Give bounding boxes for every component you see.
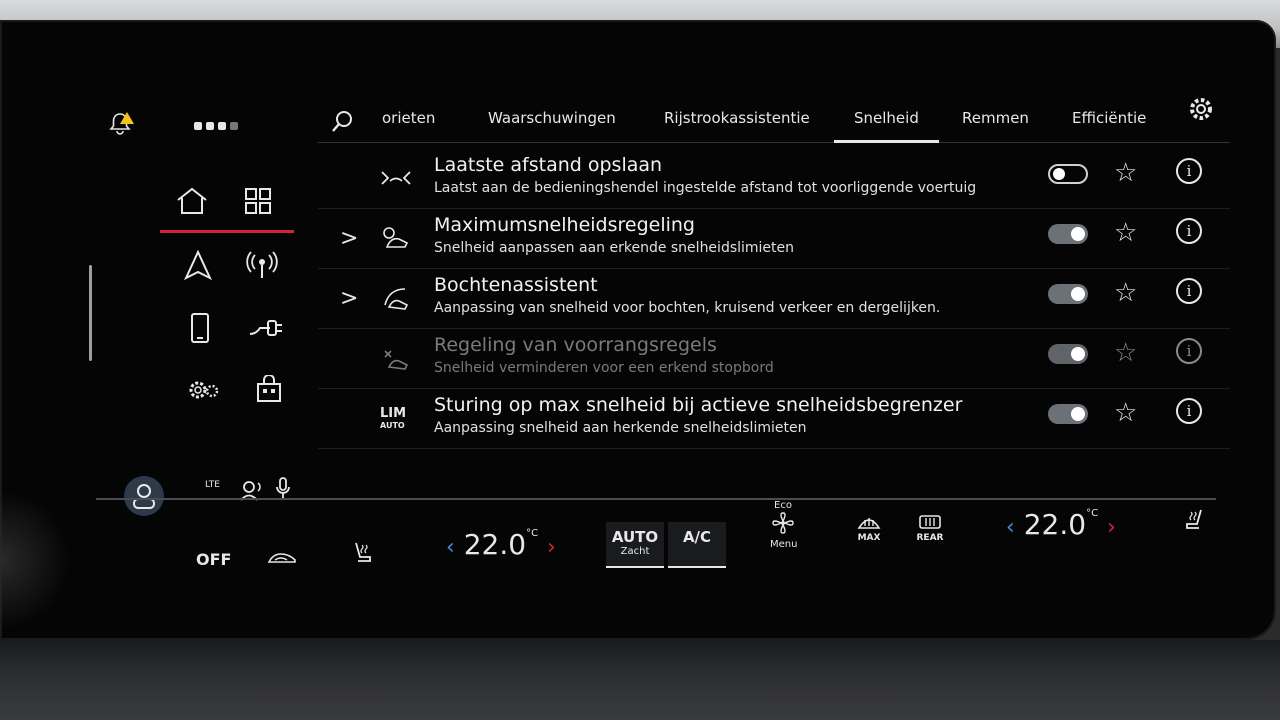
info-icon[interactable]: i <box>1176 158 1202 184</box>
charging-plug-icon[interactable] <box>246 312 286 342</box>
temperature-unit: °C <box>526 528 539 539</box>
defrost-front-icon <box>857 518 881 533</box>
auto-label: AUTO <box>611 528 659 546</box>
store-bag-icon[interactable] <box>252 372 286 406</box>
apps-grid-icon[interactable] <box>240 184 276 218</box>
setting-row-curve-assist[interactable]: > Bochtenassistent Aanpassing van snelhe… <box>318 268 1230 329</box>
radio-icon[interactable] <box>244 248 280 282</box>
bezel-bottom <box>0 640 1280 720</box>
tab-rijstrookassistentie[interactable]: Rijstrookassistentie <box>664 92 810 140</box>
ac-label: A/C <box>682 528 712 546</box>
temp-up-left[interactable]: › <box>547 535 556 560</box>
max-defrost-button[interactable]: MAX <box>856 514 882 543</box>
menu-label: Menu <box>770 539 798 550</box>
favorite-star-icon[interactable]: ☆ <box>1114 398 1137 428</box>
lim-sub-label: AUTO <box>380 421 405 430</box>
rear-label: REAR <box>916 533 944 543</box>
tab-bar: orieten Waarschuwingen Rijstrookassisten… <box>318 92 1230 143</box>
home-icon[interactable] <box>172 184 212 218</box>
setting-row-last-distance[interactable]: Laatste afstand opslaan Laatst aan de be… <box>318 148 1230 209</box>
setting-toggle[interactable] <box>1048 224 1088 244</box>
lim-label: LIM <box>380 406 407 421</box>
speed-limit-car-icon <box>380 222 412 254</box>
chevron-right-icon[interactable]: > <box>340 226 358 251</box>
info-icon[interactable]: i <box>1176 338 1202 364</box>
setting-toggle[interactable] <box>1048 284 1088 304</box>
setting-description: Aanpassing snelheid aan herkende snelhei… <box>434 420 807 436</box>
fan-menu-button[interactable]: Eco Menu <box>770 500 798 550</box>
page-dot <box>230 122 238 130</box>
temp-down-right[interactable]: ‹ <box>1006 515 1015 540</box>
ac-button[interactable]: A/C <box>668 522 726 568</box>
fan-icon <box>771 512 795 539</box>
lim-auto-icon: LIM AUTO <box>380 406 412 440</box>
temperature-right-value: 22.0 <box>1023 508 1087 541</box>
tab-efficientie[interactable]: Efficiëntie <box>1072 92 1146 140</box>
setting-toggle[interactable] <box>1048 404 1088 424</box>
page-dot <box>194 122 202 130</box>
setting-row-right-of-way[interactable]: Regeling van voorrangsregels Snelheid ve… <box>318 328 1230 389</box>
info-icon[interactable]: i <box>1176 278 1202 304</box>
setting-toggle[interactable] <box>1048 164 1088 184</box>
temperature-left[interactable]: ‹ 22.0°C › <box>446 528 556 561</box>
page-dot <box>218 122 226 130</box>
favorite-star-icon[interactable]: ☆ <box>1114 278 1137 308</box>
favorite-star-icon[interactable]: ☆ <box>1114 338 1137 368</box>
car-air-recirculation-icon[interactable] <box>266 548 298 568</box>
temperature-left-value: 22.0 <box>463 528 527 561</box>
lte-signal-indicator: LTE <box>205 480 220 490</box>
curve-car-icon <box>380 282 412 314</box>
setting-row-max-speed-control[interactable]: > Maximumsnelheidsregeling Snelheid aanp… <box>318 208 1230 269</box>
setting-title: Sturing op max snelheid bij actieve snel… <box>434 394 963 416</box>
brightness-slider[interactable] <box>89 265 92 361</box>
tab-remmen[interactable]: Remmen <box>962 92 1029 140</box>
temp-down-left[interactable]: ‹ <box>446 535 455 560</box>
distance-icon <box>380 162 412 194</box>
chevron-right-icon[interactable]: > <box>340 286 358 311</box>
tab-snelheid[interactable]: Snelheid <box>834 92 939 143</box>
gear-icon[interactable] <box>1186 94 1216 124</box>
intersection-car-icon <box>380 342 412 374</box>
favorite-star-icon[interactable]: ☆ <box>1114 158 1137 188</box>
setting-title: Laatste afstand opslaan <box>434 154 663 176</box>
tab-favorieten[interactable]: orieten <box>382 92 435 140</box>
page-dot <box>206 122 214 130</box>
eco-label: Eco <box>774 500 792 511</box>
rear-defrost-button[interactable]: REAR <box>916 514 944 543</box>
info-icon[interactable]: i <box>1176 218 1202 244</box>
defrost-rear-icon <box>918 515 942 533</box>
temp-up-right[interactable]: › <box>1107 515 1116 540</box>
temperature-right[interactable]: ‹ 22.0°C › <box>1006 508 1116 541</box>
info-icon[interactable]: i <box>1176 398 1202 424</box>
auto-sub-label: Zacht <box>620 546 650 557</box>
auto-climate-button[interactable]: AUTO Zacht <box>606 522 664 568</box>
navigation-icon[interactable] <box>180 248 216 282</box>
setting-description: Aanpassing van snelheid voor bochten, kr… <box>434 300 941 316</box>
temperature-unit: °C <box>1086 508 1099 519</box>
seat-heating-left-icon[interactable] <box>350 540 376 566</box>
tab-waarschuwingen[interactable]: Waarschuwingen <box>488 92 616 140</box>
max-label: MAX <box>857 533 881 543</box>
vehicle-settings-icon[interactable] <box>184 372 224 408</box>
edge-shadow <box>0 490 70 630</box>
setting-toggle[interactable] <box>1048 344 1088 364</box>
setting-description: Snelheid aanpassen aan erkende snelheids… <box>434 240 795 256</box>
setting-description: Snelheid verminderen voor een erkend sto… <box>434 360 774 376</box>
phone-icon[interactable] <box>186 310 214 346</box>
warning-icon <box>120 112 134 124</box>
setting-title: Maximumsnelheidsregeling <box>434 214 695 236</box>
setting-description: Laatst aan de bedieningshendel ingesteld… <box>434 180 977 196</box>
setting-title: Bochtenassistent <box>434 274 598 296</box>
setting-row-limiter-steering[interactable]: LIM AUTO Sturing op max snelheid bij act… <box>318 388 1230 449</box>
climate-off-button[interactable]: OFF <box>196 550 231 569</box>
seat-heating-right-icon[interactable] <box>1180 506 1208 534</box>
active-indicator <box>160 230 294 233</box>
setting-title: Regeling van voorrangsregels <box>434 334 717 356</box>
page-dots <box>194 122 238 130</box>
microphone-icon[interactable] <box>276 476 290 500</box>
favorite-star-icon[interactable]: ☆ <box>1114 218 1137 248</box>
